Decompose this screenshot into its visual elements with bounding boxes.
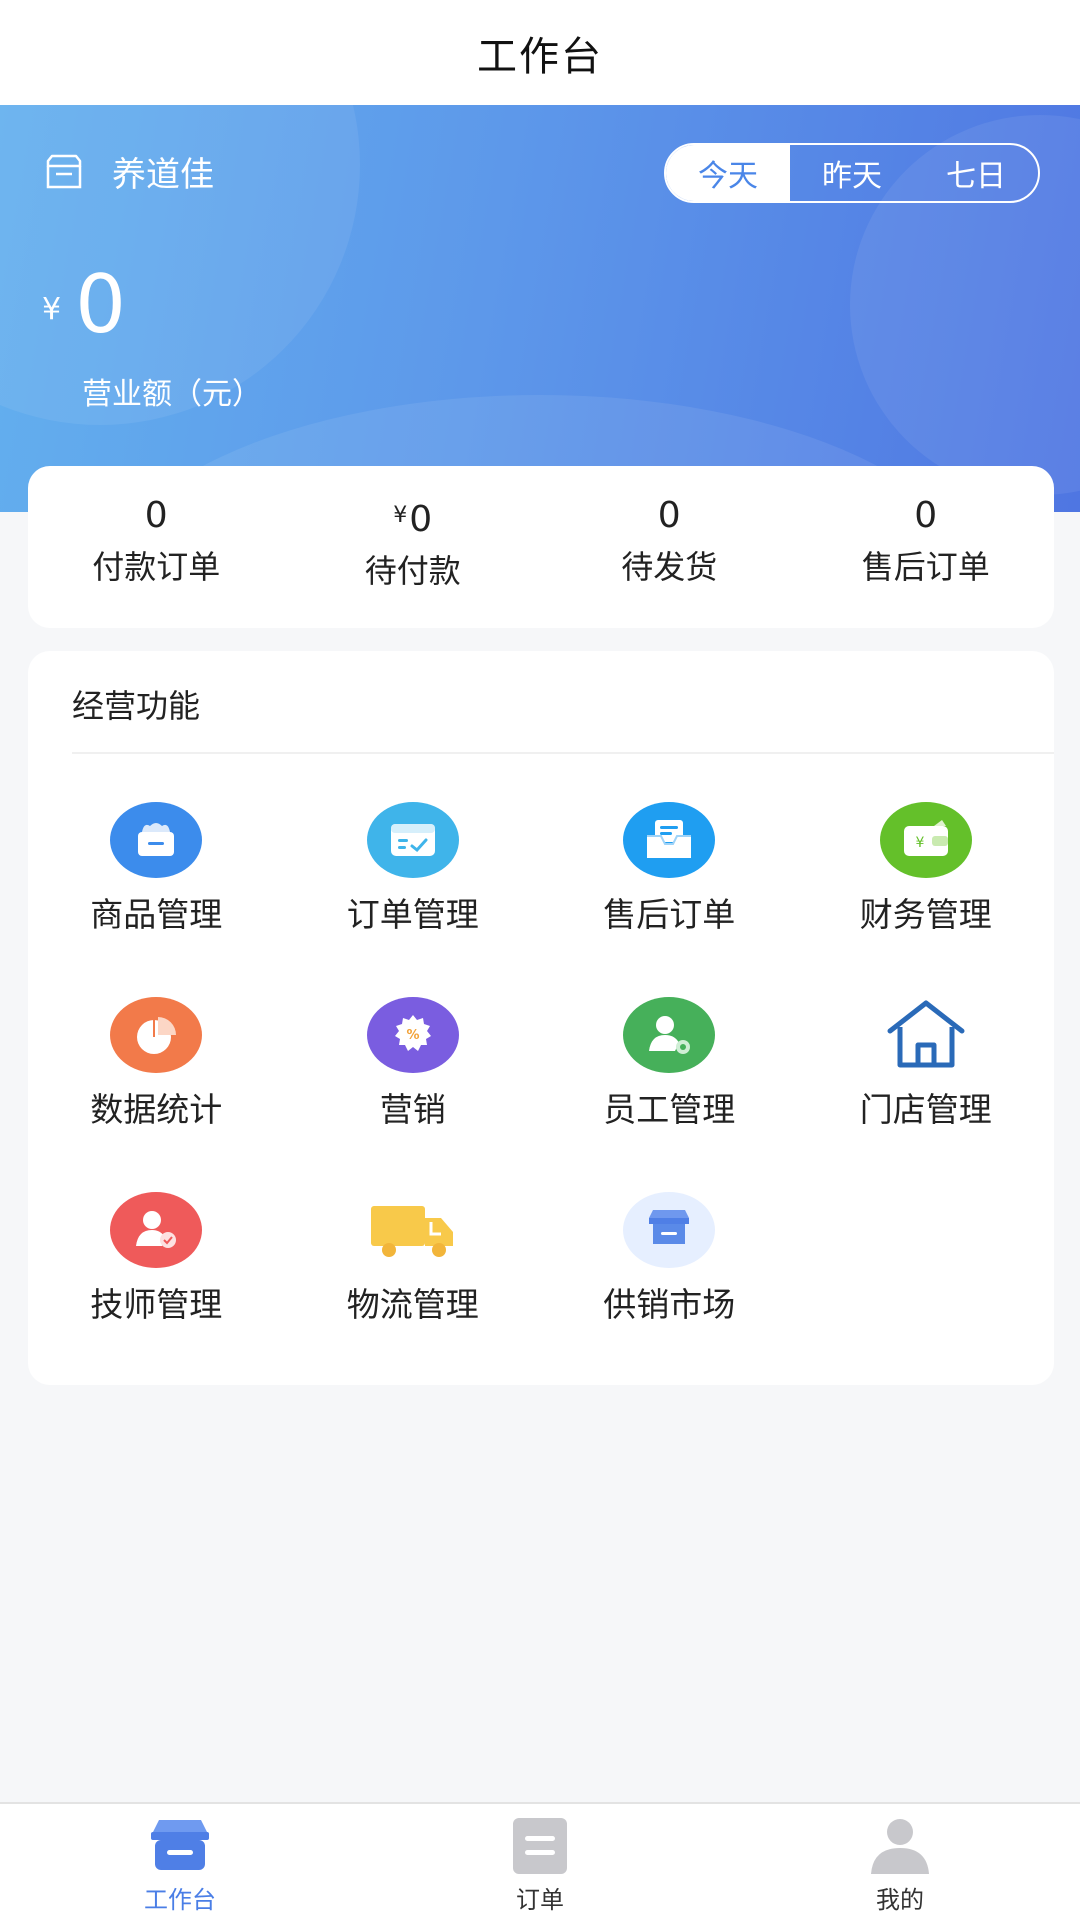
user-icon (871, 1819, 929, 1874)
revenue-value: 0 (75, 258, 126, 351)
function-technician-management[interactable]: 技师管理 (28, 1192, 285, 1387)
svg-text:¥: ¥ (915, 835, 924, 851)
workbench-page: 工作台 养道佳 今天 昨天 七日 ¥ 0 营业额（元） 0 付款订单 ¥ 0 待… (0, 0, 1080, 1920)
stat-label: 付款订单 (92, 548, 221, 586)
function-label: 数据统计 (90, 1090, 223, 1129)
function-label: 财务管理 (859, 895, 992, 934)
function-label: 售后订单 (603, 895, 736, 934)
function-store-management[interactable]: 门店管理 (798, 997, 1055, 1192)
tab-workbench[interactable]: 工作台 (0, 1804, 360, 1920)
function-after-sales-orders[interactable]: 售后订单 (541, 802, 798, 997)
function-label: 员工管理 (603, 1090, 736, 1129)
market-store-icon (623, 1192, 716, 1268)
truck-icon (367, 1192, 459, 1268)
tab-mine[interactable]: 我的 (720, 1804, 1080, 1920)
store-icon (46, 154, 82, 188)
revenue-amount: ¥ 0 (42, 265, 126, 345)
function-label: 营销 (379, 1090, 446, 1129)
period-selector: 今天 昨天 七日 (664, 143, 1040, 203)
stat-label: 售后订单 (861, 548, 990, 586)
store-selector[interactable]: 养道佳 (44, 147, 214, 196)
stat-value: 0 (657, 495, 681, 536)
order-list-icon (513, 1818, 567, 1874)
function-label: 技师管理 (90, 1285, 223, 1324)
tab-label: 工作台 (144, 1886, 216, 1914)
function-grid: 商品管理 订单管理 售后订单 ¥ 财务管理 数据统计 % 营销 员工管理 门店管… (28, 802, 1054, 1387)
house-icon (880, 997, 972, 1073)
stat-pending-payment[interactable]: ¥0 待付款 (285, 466, 542, 628)
stat-label: 待付款 (364, 552, 461, 590)
inbox-icon (623, 802, 716, 878)
stat-value: 0 (144, 495, 168, 536)
function-supply-market[interactable]: 供销市场 (541, 1192, 798, 1387)
function-label: 订单管理 (346, 895, 479, 934)
function-label: 门店管理 (859, 1090, 992, 1129)
workbench-icon (151, 1820, 209, 1870)
bottom-tab-bar: 工作台 订单 我的 (0, 1802, 1080, 1920)
period-seven-days[interactable]: 七日 (914, 145, 1038, 201)
revenue-label: 营业额（元） (82, 377, 262, 412)
function-product-management[interactable]: 商品管理 (28, 802, 285, 997)
function-label: 供销市场 (603, 1285, 736, 1324)
revenue-banner: 养道佳 今天 昨天 七日 ¥ 0 营业额（元） (0, 105, 1080, 512)
stat-label: 待发货 (621, 548, 718, 586)
stat-value: 0 (409, 499, 433, 540)
divider (72, 752, 1054, 754)
staff-settings-icon (623, 997, 716, 1073)
basket-icon (110, 802, 203, 878)
function-staff-management[interactable]: 员工管理 (541, 997, 798, 1192)
section-title: 经营功能 (72, 687, 201, 725)
page-title: 工作台 (477, 33, 603, 80)
function-logistics-management[interactable]: 物流管理 (285, 1192, 542, 1387)
stat-paid-orders[interactable]: 0 付款订单 (28, 466, 285, 628)
currency-symbol: ¥ (393, 503, 408, 528)
tab-label: 订单 (516, 1886, 564, 1914)
discount-badge-icon: % (366, 997, 459, 1073)
function-marketing[interactable]: % 营销 (285, 997, 542, 1192)
function-order-management[interactable]: 订单管理 (285, 802, 542, 997)
stat-pending-shipment[interactable]: 0 待发货 (541, 466, 798, 628)
business-functions-card: 经营功能 商品管理 订单管理 售后订单 ¥ 财务管理 数据统计 % 营销 员工管… (28, 651, 1054, 1385)
top-navigation-bar: 工作台 (0, 0, 1080, 105)
stat-value: 0 (914, 495, 938, 536)
order-stats-card: 0 付款订单 ¥0 待付款 0 待发货 0 售后订单 (28, 466, 1054, 628)
period-today[interactable]: 今天 (666, 145, 790, 201)
order-box-icon (366, 802, 459, 878)
function-label: 物流管理 (346, 1285, 479, 1324)
stat-after-sales[interactable]: 0 售后订单 (798, 466, 1055, 628)
wallet-icon: ¥ (879, 802, 972, 878)
function-finance-management[interactable]: ¥ 财务管理 (798, 802, 1055, 997)
function-label: 商品管理 (90, 895, 223, 934)
tab-orders[interactable]: 订单 (360, 1804, 720, 1920)
currency-symbol: ¥ (42, 292, 62, 327)
svg-text:%: % (406, 1028, 419, 1043)
store-name: 养道佳 (112, 155, 214, 195)
pie-chart-icon (110, 997, 203, 1073)
tab-label: 我的 (876, 1886, 924, 1914)
function-data-statistics[interactable]: 数据统计 (28, 997, 285, 1192)
technician-icon (110, 1192, 203, 1268)
period-yesterday[interactable]: 昨天 (790, 145, 914, 201)
